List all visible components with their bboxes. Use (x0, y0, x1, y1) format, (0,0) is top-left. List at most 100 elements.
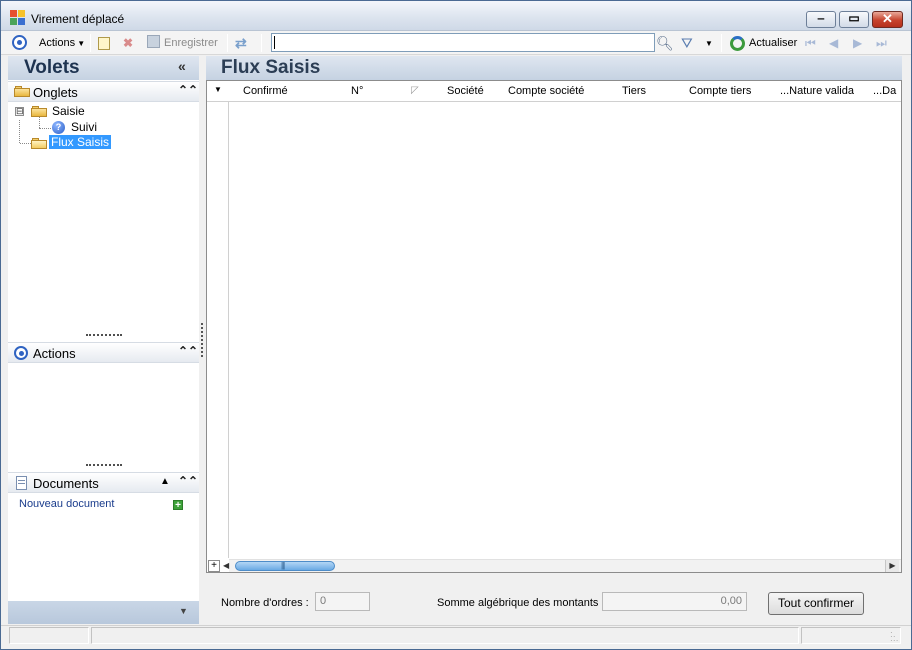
filter-icon: ⛛ (681, 35, 693, 51)
actions-section-header[interactable]: Actions ⌃⌃ (8, 342, 199, 363)
text-caret (274, 36, 275, 49)
collapse-section-icon[interactable]: ⌃⌃ (178, 474, 198, 488)
sort-indicator-icon: ◸ (411, 85, 419, 96)
folder-icon (31, 105, 47, 117)
search-button[interactable]: 🔍︎ (656, 33, 674, 53)
filter-button[interactable]: ⛛ (681, 33, 693, 53)
status-bar: · · · · · · (1, 625, 911, 649)
horizontal-scrollbar[interactable]: + ◀ ||| ▶ (208, 559, 901, 572)
last-record-icon: ⏭ (876, 36, 887, 50)
add-document-icon[interactable]: + (173, 500, 183, 511)
new-button[interactable] (98, 33, 110, 53)
onglets-section-title: Onglets (33, 85, 78, 100)
sum-label: Somme algébrique des montants : (437, 597, 605, 609)
column-header-date[interactable]: ...Da (873, 85, 896, 97)
actions-circle-icon[interactable] (12, 35, 27, 50)
save-button[interactable]: Enregistrer (147, 33, 218, 53)
sum-field: 0,00 (602, 592, 747, 611)
onglets-section-header[interactable]: Onglets ⌃⌃ (8, 81, 199, 102)
actions-section-title: Actions (33, 346, 76, 361)
add-row-button[interactable]: + (208, 560, 220, 572)
first-record-button[interactable]: ⏮ (805, 33, 816, 53)
last-record-button[interactable]: ⏭ (876, 33, 887, 53)
open-folder-icon (31, 137, 47, 149)
new-document-link[interactable]: Nouveau document (19, 498, 114, 510)
tree-expander-saisie[interactable]: ⊟ (15, 107, 24, 116)
column-header-confirme[interactable]: Confirmé (243, 85, 288, 97)
pane-overflow-bar[interactable]: ▼ (8, 601, 199, 624)
scrollbar-thumb[interactable] (235, 561, 335, 571)
column-header-societe[interactable]: Société (447, 85, 484, 97)
grid-footer: Nombre d'ordres : 0 Somme algébrique des… (206, 575, 902, 624)
tree-item-saisie[interactable]: Saisie (52, 104, 85, 118)
page-title: Flux Saisis (221, 57, 321, 78)
next-record-button[interactable]: ▶ (853, 33, 862, 53)
document-icon (14, 476, 29, 490)
save-icon (147, 35, 160, 48)
status-cell (91, 627, 799, 644)
collapse-pane-icon[interactable]: « (178, 58, 186, 74)
section-resize-grip[interactable] (86, 334, 122, 337)
column-header-numero[interactable]: N° (351, 85, 363, 97)
toolbar-separator (721, 34, 722, 52)
app-icon (10, 10, 26, 26)
window-title: Virement déplacé (31, 12, 125, 26)
column-header-compte-tiers[interactable]: Compte tiers (689, 85, 751, 97)
restore-icon: ▭ (848, 11, 860, 25)
maximize-button[interactable]: ▭ (839, 11, 869, 28)
search-input[interactable] (271, 33, 655, 52)
refresh-button[interactable]: Actualiser (749, 33, 797, 53)
row-selector-column (207, 102, 229, 558)
close-icon: ✕ (882, 11, 893, 26)
delete-icon: ✖ (123, 36, 134, 50)
delete-button[interactable]: ✖ (123, 33, 133, 53)
scroll-right-icon[interactable]: ▶ (885, 560, 899, 572)
tree-item-suivi[interactable]: Suivi (71, 120, 97, 134)
volets-title: Volets (24, 57, 80, 78)
sync-icon: ⇄ (235, 35, 247, 51)
collapse-section-icon[interactable]: ⌃⌃ (178, 83, 198, 97)
status-cell (9, 627, 89, 644)
confirm-all-button[interactable]: Tout confirmer (768, 592, 864, 615)
column-header-nature-validation[interactable]: ...Nature valida (780, 85, 854, 97)
resize-grip-icon[interactable]: · · · · · · (890, 629, 899, 645)
documents-section-title: Documents (33, 476, 99, 491)
close-button[interactable]: ✕ (872, 11, 903, 28)
previous-record-button[interactable]: ◀ (829, 33, 838, 53)
pane-splitter[interactable] (201, 323, 203, 357)
left-pane: Volets « Onglets ⌃⌃ ⊟ Saisie ? Suivi Flu… (8, 56, 199, 624)
volets-header: Volets « (8, 56, 199, 80)
previous-icon: ◀ (829, 36, 839, 50)
toolbar-separator (227, 34, 228, 52)
column-header-compte-societe[interactable]: Compte société (508, 85, 584, 97)
search-icon: 🔍︎ (656, 35, 674, 51)
status-cell (801, 627, 901, 644)
main-header: Flux Saisis (206, 56, 902, 80)
toolbar-separator (90, 34, 91, 52)
sync-button[interactable]: ⇄ (235, 33, 247, 53)
collapse-section-icon[interactable]: ⌃⌃ (178, 344, 198, 358)
chevron-down-icon: ▼ (179, 606, 188, 616)
refresh-icon (730, 36, 745, 51)
documents-section-header[interactable]: Documents ▲ ⌃⌃ (8, 472, 199, 493)
scroll-left-icon[interactable]: ◀ (223, 561, 229, 570)
folder-icon (14, 85, 30, 98)
refresh-label: Actualiser (749, 37, 798, 49)
new-document-icon (98, 37, 110, 50)
minimize-button[interactable]: ‒ (806, 11, 836, 28)
order-count-label: Nombre d'ordres : (221, 597, 309, 609)
actions-circle-icon (14, 346, 28, 360)
order-count-field: 0 (315, 592, 370, 611)
help-icon: ? (52, 121, 65, 134)
tree-item-flux-saisis[interactable]: Flux Saisis (49, 135, 112, 149)
column-header-tiers[interactable]: Tiers (622, 85, 646, 97)
section-resize-grip[interactable] (86, 464, 122, 467)
scroll-up-icon[interactable]: ▲ (160, 476, 170, 487)
actions-menu-button[interactable]: Actions ▼ (39, 33, 85, 53)
dropdown-arrow-icon: ▼ (705, 39, 713, 48)
minimize-icon: ‒ (817, 11, 825, 25)
data-grid[interactable]: ▼ Confirmé N° ◸ Société Compte société T… (206, 80, 902, 573)
filter-dropdown-button[interactable]: ▼ (705, 33, 713, 53)
actions-menu-label: Actions (39, 37, 76, 49)
column-chooser-icon[interactable]: ▼ (214, 85, 222, 94)
